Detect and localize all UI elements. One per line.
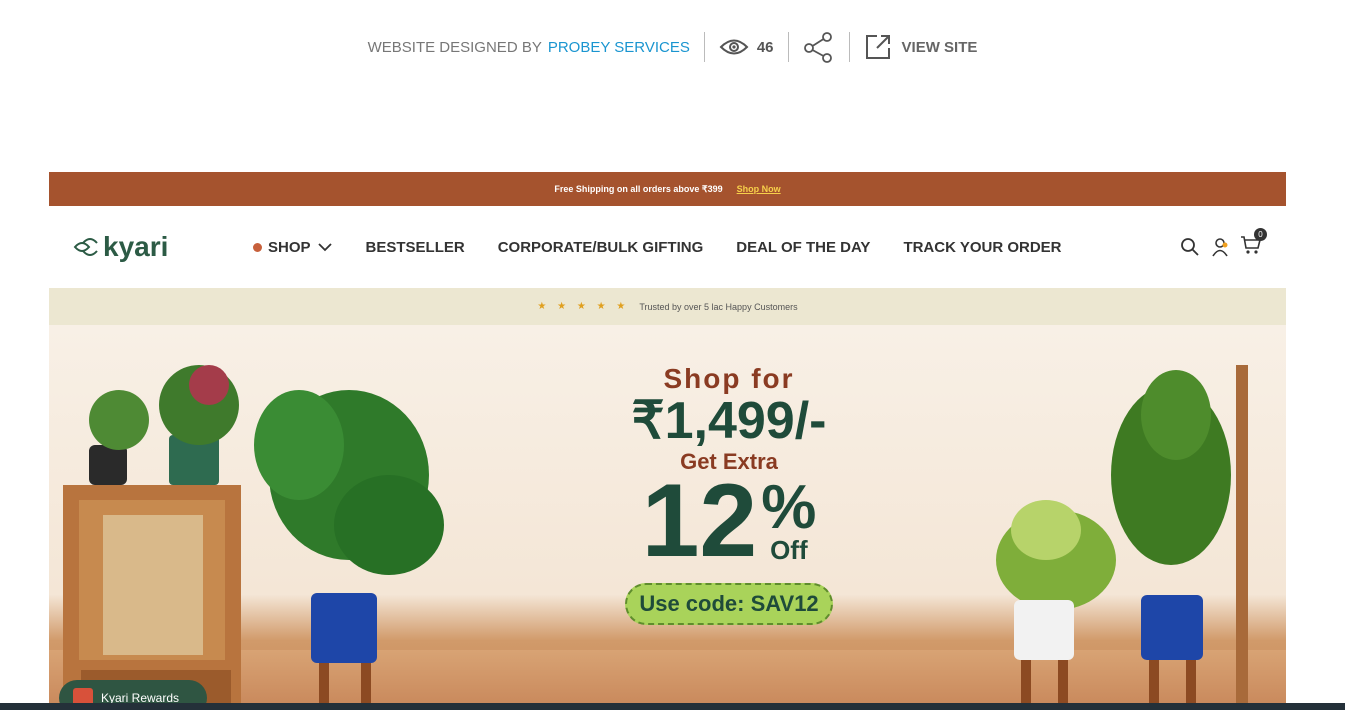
- nav-item-bestseller[interactable]: BESTSELLER: [366, 239, 465, 256]
- project-meta-bar: WEBSITE DESIGNED BY PROBEY SERVICES 46 V…: [0, 30, 1345, 64]
- percent-sign: %: [761, 472, 817, 542]
- nav-label-shop: SHOP: [268, 238, 311, 256]
- chevron-down-icon: [317, 243, 332, 252]
- plants-right-illustration: [996, 365, 1248, 710]
- views-counter: 46: [705, 38, 788, 56]
- view-site-link[interactable]: VIEW SITE: [850, 33, 978, 61]
- shop-now-link[interactable]: Shop Now: [737, 184, 781, 194]
- nav-item-corporate[interactable]: CORPORATE/BULK GIFTING: [498, 239, 704, 256]
- nav-item-shop[interactable]: SHOP: [253, 239, 333, 256]
- site-header: kyari SHOP BESTSELLER CORPORATE/BULK GIF…: [49, 206, 1286, 288]
- discount-number: 12: [641, 463, 758, 579]
- off-label: Off: [770, 535, 808, 566]
- designer-link[interactable]: PROBEY SERVICES: [548, 39, 690, 56]
- coupon-code: Use code: SAV12: [625, 583, 833, 625]
- credit: WEBSITE DESIGNED BY PROBEY SERVICES: [368, 39, 704, 56]
- cart-button[interactable]: 0: [1240, 227, 1267, 260]
- share-button[interactable]: [789, 31, 849, 63]
- leaf-logo-icon: [73, 238, 98, 256]
- main-menu: SHOP BESTSELLER CORPORATE/BULK GIFTING D…: [253, 239, 1062, 256]
- bottom-bar: [0, 703, 1345, 710]
- trust-bar: ★ ★ ★ ★ ★ Trusted by over 5 lac Happy Cu…: [49, 288, 1286, 325]
- header-icons: 0: [1180, 227, 1267, 260]
- credit-prefix: WEBSITE DESIGNED BY: [367, 38, 542, 56]
- plants-left-illustration: [63, 365, 444, 710]
- logo-text: kyari: [103, 231, 169, 262]
- discount-suffix: % Off: [761, 472, 817, 566]
- eye-icon: [719, 39, 749, 55]
- external-link-icon: [865, 35, 890, 59]
- cart-count-badge: 0: [1254, 227, 1267, 241]
- announcement-bar: Free Shipping on all orders above ₹399 S…: [49, 172, 1286, 206]
- user-icon[interactable]: [1210, 237, 1230, 257]
- promo-discount: 12 % Off: [609, 469, 849, 573]
- nav-item-track[interactable]: TRACK YOUR ORDER: [903, 239, 1061, 256]
- promo-block: Shop for ₹1,499/- Get Extra 12 % Off Use…: [609, 363, 849, 625]
- nav-item-deal[interactable]: DEAL OF THE DAY: [736, 239, 870, 256]
- search-icon[interactable]: [1180, 237, 1200, 257]
- promo-price: ₹1,499/-: [631, 392, 827, 450]
- announcement-text: Free Shipping on all orders above ₹399: [554, 183, 723, 194]
- view-site-label: VIEW SITE: [901, 38, 978, 56]
- rating-stars: ★ ★ ★ ★ ★: [537, 301, 630, 312]
- share-icon: [803, 32, 832, 63]
- views-count: 46: [756, 38, 774, 56]
- trust-text: Trusted by over 5 lac Happy Customers: [639, 301, 798, 312]
- kyari-logo[interactable]: kyari: [73, 231, 253, 263]
- dot-icon: [253, 242, 262, 252]
- website-screenshot: Free Shipping on all orders above ₹399 S…: [49, 172, 1286, 710]
- hero-banner[interactable]: Shop for ₹1,499/- Get Extra 12 % Off Use…: [49, 325, 1286, 710]
- promo-line1: Shop for: [663, 363, 795, 394]
